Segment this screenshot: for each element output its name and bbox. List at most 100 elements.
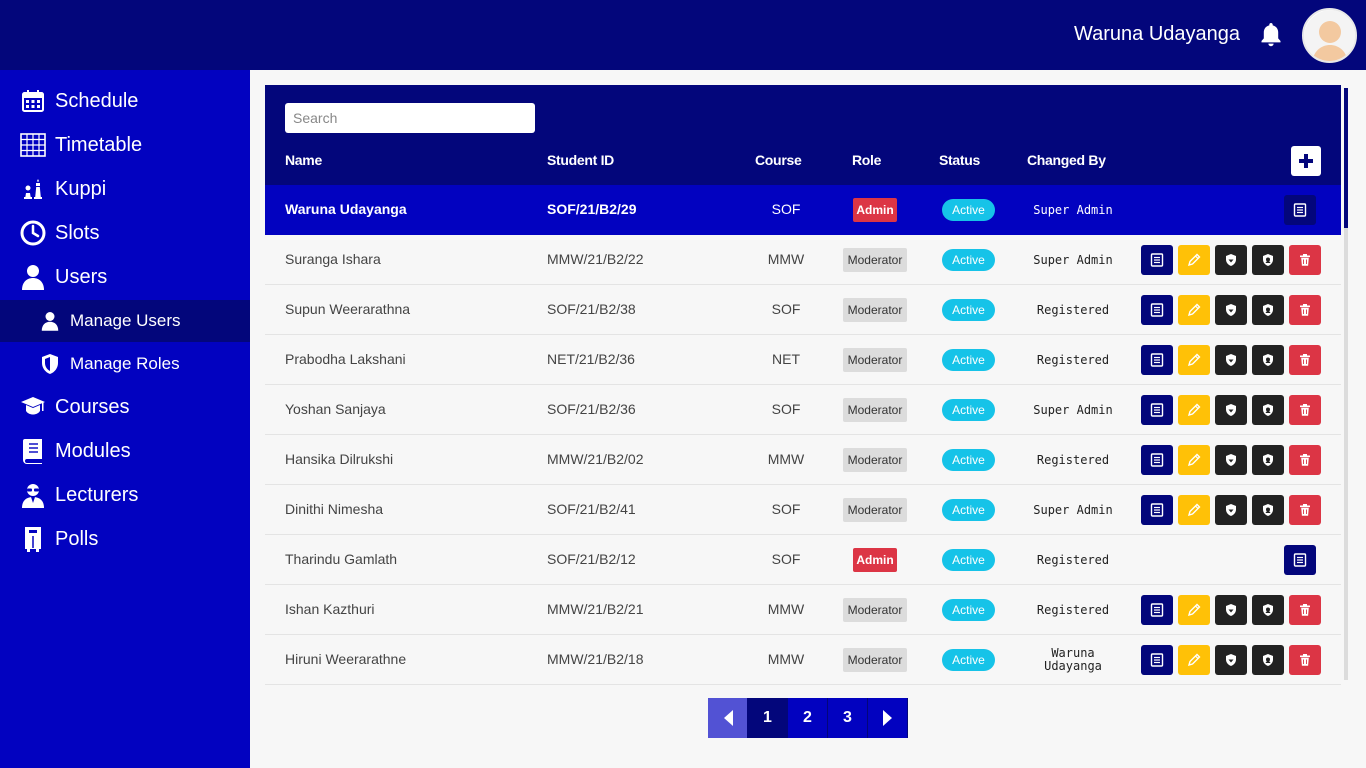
manage-role-button[interactable] (1252, 295, 1284, 325)
column-header-course[interactable]: Course (755, 152, 802, 168)
search-input[interactable] (285, 103, 535, 133)
trash-icon (1298, 503, 1312, 517)
change-role-button[interactable] (1215, 595, 1247, 625)
table-row[interactable]: Prabodha Lakshani NET/21/B2/36 NET Moderato… (265, 335, 1341, 385)
manage-role-button[interactable] (1252, 595, 1284, 625)
delete-button[interactable] (1289, 345, 1321, 375)
role-badge: Moderator (843, 398, 907, 422)
sidebar-item-schedule[interactable]: Schedule (0, 80, 250, 122)
bell-icon[interactable] (1259, 22, 1283, 48)
change-role-button[interactable] (1215, 395, 1247, 425)
page-button-1[interactable]: 1 (748, 698, 788, 738)
view-button[interactable] (1284, 545, 1316, 575)
cell-name: Hiruni Weerarathne (285, 651, 407, 667)
view-button[interactable] (1141, 395, 1173, 425)
scrollbar-thumb[interactable] (1344, 88, 1348, 228)
change-role-button[interactable] (1215, 445, 1247, 475)
add-user-button[interactable] (1291, 146, 1321, 176)
column-header-changed-by[interactable]: Changed By (1027, 152, 1106, 168)
delete-button[interactable] (1289, 445, 1321, 475)
edit-button[interactable] (1178, 595, 1210, 625)
manage-role-button[interactable] (1252, 245, 1284, 275)
cell-changed-by: Super Admin (1033, 202, 1113, 217)
delete-button[interactable] (1289, 495, 1321, 525)
edit-button[interactable] (1178, 445, 1210, 475)
shield-icon (1224, 503, 1238, 517)
view-button[interactable] (1141, 445, 1173, 475)
view-button[interactable] (1141, 495, 1173, 525)
cell-changed-by: Registered (1036, 552, 1110, 567)
plus-icon (1299, 154, 1313, 168)
sidebar-item-users[interactable]: Users (0, 256, 250, 298)
table-row[interactable]: Tharindu Gamlath SOF/21/B2/12 SOF Admin Acti… (265, 535, 1341, 585)
delete-button[interactable] (1289, 295, 1321, 325)
edit-button[interactable] (1178, 495, 1210, 525)
sidebar-subitem-manage-roles[interactable]: Manage Roles (0, 343, 250, 385)
edit-button[interactable] (1178, 645, 1210, 675)
table-row[interactable]: Hansika Dilrukshi MMW/21/B2/02 MMW Moderato… (265, 435, 1341, 485)
view-button[interactable] (1141, 245, 1173, 275)
view-button[interactable] (1141, 295, 1173, 325)
delete-button[interactable] (1289, 395, 1321, 425)
cell-course: NET (772, 351, 800, 367)
column-header-role[interactable]: Role (852, 152, 881, 168)
manage-role-button[interactable] (1252, 395, 1284, 425)
edit-button[interactable] (1178, 395, 1210, 425)
cell-student-id: MMW/21/B2/21 (547, 601, 644, 617)
sidebar-item-courses[interactable]: Courses (0, 386, 250, 428)
document-icon (1150, 603, 1164, 617)
sidebar-item-lecturers[interactable]: Lecturers (0, 474, 250, 516)
table-row[interactable]: Dinithi Nimesha SOF/21/B2/41 SOF Moderator A… (265, 485, 1341, 535)
page-button-3[interactable]: 3 (828, 698, 868, 738)
manage-role-button[interactable] (1252, 495, 1284, 525)
delete-button[interactable] (1289, 645, 1321, 675)
table-row[interactable]: Waruna Udayanga SOF/21/B2/29 SOF Admin Activ… (265, 185, 1341, 235)
edit-button[interactable] (1178, 345, 1210, 375)
shield-icon (1224, 303, 1238, 317)
edit-button[interactable] (1178, 295, 1210, 325)
sidebar-subitem-manage-users[interactable]: Manage Users (0, 300, 250, 342)
manage-role-button[interactable] (1252, 345, 1284, 375)
sidebar-item-polls[interactable]: Polls (0, 518, 250, 560)
role-badge: Moderator (843, 648, 907, 672)
cell-course: SOF (771, 301, 801, 317)
sidebar-item-modules[interactable]: Modules (0, 430, 250, 472)
document-icon (1150, 403, 1164, 417)
page-button-2[interactable]: 2 (788, 698, 828, 738)
table-scrollbar[interactable] (1344, 88, 1348, 680)
change-role-button[interactable] (1215, 245, 1247, 275)
table-row[interactable]: Supun Weerarathna SOF/21/B2/38 SOF Moderato… (265, 285, 1341, 335)
cell-student-id: NET/21/B2/36 (547, 351, 635, 367)
sidebar-item-kuppi[interactable]: Kuppi (0, 168, 250, 210)
view-button[interactable] (1141, 645, 1173, 675)
view-button[interactable] (1141, 345, 1173, 375)
column-header-name[interactable]: Name (285, 152, 322, 168)
table-row[interactable]: Suranga Ishara MMW/21/B2/22 MMW Moderator Ac… (265, 235, 1341, 285)
table-row[interactable]: Hiruni Weerarathne MMW/21/B2/18 MMW Moderat… (265, 635, 1341, 685)
view-button[interactable] (1141, 595, 1173, 625)
edit-button[interactable] (1178, 245, 1210, 275)
manage-role-button[interactable] (1252, 445, 1284, 475)
prev-page-button[interactable] (708, 698, 748, 738)
table-row[interactable]: Yoshan Sanjaya SOF/21/B2/36 SOF Moderator Ac… (265, 385, 1341, 435)
manage-role-button[interactable] (1252, 645, 1284, 675)
change-role-button[interactable] (1215, 345, 1247, 375)
sidebar-item-slots[interactable]: Slots (0, 212, 250, 254)
delete-button[interactable] (1289, 595, 1321, 625)
pencil-icon (1187, 353, 1201, 367)
sidebar-item-timetable[interactable]: Timetable (0, 124, 250, 166)
avatar[interactable] (1302, 8, 1357, 63)
cell-name: Prabodha Lakshani (285, 351, 406, 367)
change-role-button[interactable] (1215, 495, 1247, 525)
next-page-button[interactable] (868, 698, 908, 738)
delete-button[interactable] (1289, 245, 1321, 275)
change-role-button[interactable] (1215, 645, 1247, 675)
column-header-student-id[interactable]: Student ID (547, 152, 614, 168)
column-header-status[interactable]: Status (939, 152, 980, 168)
trash-icon (1298, 353, 1312, 367)
change-role-button[interactable] (1215, 295, 1247, 325)
cell-changed-by: Super Admin (1033, 402, 1113, 417)
table-row[interactable]: Ishan Kazthuri MMW/21/B2/21 MMW Moderator Ac… (265, 585, 1341, 635)
view-button[interactable] (1284, 195, 1316, 225)
status-badge: Active (942, 549, 995, 571)
